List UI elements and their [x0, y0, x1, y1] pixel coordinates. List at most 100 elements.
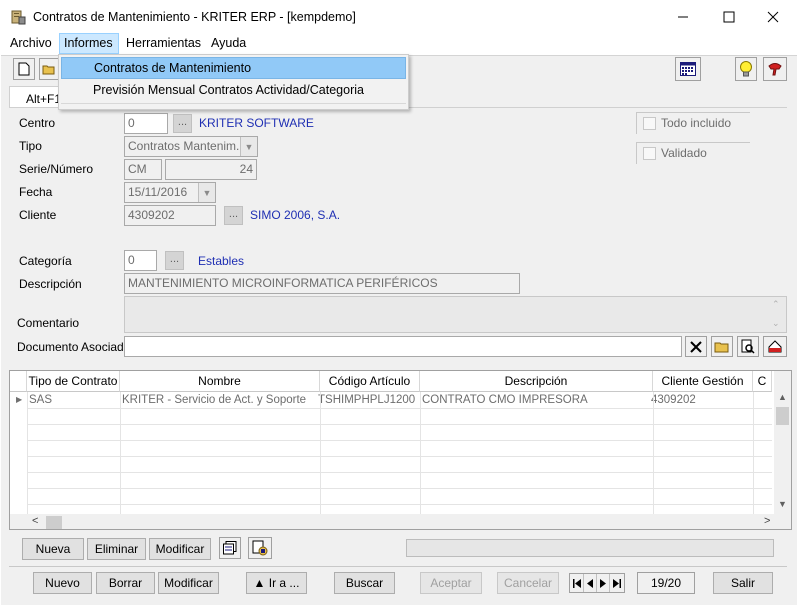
close-button[interactable] — [750, 0, 796, 33]
fecha-value: 15/11/2016 — [128, 185, 188, 199]
cliente-field[interactable]: 4309202 — [124, 205, 216, 226]
comentario-scroll-down[interactable]: ⌄ — [772, 318, 780, 329]
descripcion-label: Descripción — [19, 277, 82, 291]
scroll-thumb-vertical[interactable] — [776, 407, 789, 425]
grid-header-tipo[interactable]: Tipo de Contrato — [27, 371, 120, 392]
open-folder-icon[interactable] — [39, 58, 59, 80]
scroll-left-icon[interactable]: < — [32, 515, 38, 527]
calendar-icon[interactable] — [675, 57, 701, 81]
scroll-up-icon[interactable]: ▲ — [774, 392, 791, 404]
salir-button[interactable]: Salir — [713, 572, 773, 594]
first-record-icon[interactable] — [570, 574, 584, 592]
scroll-right-icon[interactable]: > — [764, 515, 770, 527]
borrar-button[interactable]: Borrar — [96, 572, 155, 594]
menu-ayuda[interactable]: Ayuda — [207, 33, 250, 54]
categoria-lookup-button[interactable]: ... — [165, 251, 184, 270]
scroll-down-icon[interactable]: ▼ — [774, 499, 791, 511]
contracts-grid[interactable]: Tipo de Contrato Nombre Código Artículo … — [9, 370, 792, 530]
grid-horizontal-scrollbar[interactable] — [10, 514, 791, 529]
grid-line — [27, 472, 772, 473]
row-cliente: 4309202 — [651, 394, 696, 406]
clear-document-icon[interactable] — [685, 336, 707, 357]
grid-line — [320, 392, 321, 514]
tipo-dropdown-arrow[interactable]: ▼ — [240, 137, 257, 156]
numero-field[interactable]: 24 — [165, 159, 257, 180]
menu-item-contratos-mantenimiento[interactable]: Contratos de Mantenimiento — [61, 57, 406, 79]
modificar-label: Modificar — [164, 576, 213, 590]
buscar-label: Buscar — [345, 576, 384, 590]
nuevo-label: Nuevo — [45, 576, 80, 590]
fecha-dropdown-arrow[interactable]: ▼ — [198, 183, 215, 202]
menu-informes[interactable]: Informes — [59, 33, 119, 54]
descripcion-field[interactable]: MANTENIMIENTO MICROINFORMATICA PERIFÉRIC… — [124, 273, 520, 294]
cliente-lookup-button[interactable]: ... — [224, 206, 243, 225]
buscar-button[interactable]: Buscar — [334, 572, 395, 594]
nueva-linea-button[interactable]: Nueva — [22, 538, 84, 560]
cancelar-button[interactable]: Cancelar — [497, 572, 559, 594]
informes-dropdown: Contratos de Mantenimiento Previsión Men… — [58, 54, 409, 110]
documento-field[interactable] — [124, 336, 682, 357]
centro-link[interactable]: KRITER SOFTWARE — [199, 116, 314, 130]
comentario-scroll-up[interactable]: ⌃ — [772, 299, 780, 310]
next-record-icon[interactable] — [597, 574, 610, 592]
help-icon[interactable] — [763, 57, 787, 81]
comentario-field[interactable] — [124, 296, 787, 333]
centro-lookup-button[interactable]: ... — [173, 114, 192, 133]
row-nombre: KRITER - Servicio de Act. y Soporte — [122, 394, 307, 406]
serie-label: Serie/Número — [19, 162, 94, 176]
cliente-link[interactable]: SIMO 2006, S.A. — [250, 208, 340, 222]
new-document-icon[interactable] — [13, 58, 35, 80]
modificar-linea-button[interactable]: Modificar — [149, 538, 211, 560]
grid-line — [27, 392, 28, 514]
todo-incluido-checkbox[interactable] — [643, 117, 656, 130]
serie-field[interactable]: CM — [124, 159, 162, 180]
grid-view-icon[interactable] — [219, 537, 241, 559]
categoria-field[interactable]: 0 — [124, 250, 157, 271]
grid-header-descripcion[interactable]: Descripción — [420, 371, 653, 392]
categoria-link[interactable]: Estables — [198, 254, 244, 268]
current-row-marker: ▶ — [16, 395, 23, 404]
centro-field[interactable]: 0 — [124, 113, 168, 134]
last-record-icon[interactable] — [610, 574, 624, 592]
nuevo-button[interactable]: Nuevo — [33, 572, 92, 594]
cancelar-label: Cancelar — [503, 576, 553, 590]
scroll-thumb-horizontal[interactable] — [46, 516, 62, 529]
salir-label: Salir — [730, 576, 755, 590]
minimize-button[interactable] — [660, 0, 706, 33]
menu-archivo[interactable]: Archivo — [6, 33, 56, 54]
tab-main-label: Alt+F1 — [26, 92, 62, 106]
grid-header-cliente[interactable]: Cliente Gestión — [653, 371, 753, 392]
tipo-label: Tipo — [19, 139, 42, 153]
grid-header-nombre[interactable]: Nombre — [120, 371, 320, 392]
preview-document-icon[interactable] — [737, 336, 759, 357]
menu-herramientas[interactable]: Herramientas — [122, 33, 205, 54]
tipo-value: Contratos Mantenim. — [128, 139, 240, 153]
grid-header-c[interactable]: C — [753, 371, 772, 392]
validado-checkbox[interactable] — [643, 147, 656, 160]
grid-line — [27, 456, 772, 457]
row-codigo: TSHIMPHPLJ1200 — [318, 394, 416, 406]
eliminar-linea-button[interactable]: Eliminar — [87, 538, 146, 560]
ir-a-button[interactable]: ▲ Ir a ... — [246, 572, 307, 594]
grid-header-codigo[interactable]: Código Artículo — [320, 371, 420, 392]
menu-separator — [61, 103, 406, 104]
modificar-button[interactable]: Modificar — [158, 572, 219, 594]
grid-line — [27, 504, 772, 505]
title-bar: Contratos de Mantenimiento - KRITER ERP … — [0, 0, 798, 33]
grid-corner — [10, 371, 27, 392]
borrar-label: Borrar — [108, 576, 143, 590]
lightbulb-icon[interactable] — [735, 57, 757, 81]
grid-line — [27, 424, 772, 425]
open-document-folder-icon[interactable] — [711, 336, 733, 357]
menu-item-prevision-mensual[interactable]: Previsión Mensual Contratos Actividad/Ca… — [61, 79, 406, 101]
scan-document-icon[interactable] — [763, 336, 787, 357]
menu-bar: Archivo Informes Herramientas Ayuda — [0, 33, 798, 54]
categoria-label: Categoría — [19, 254, 72, 268]
attach-icon[interactable] — [248, 537, 272, 559]
previous-record-icon[interactable] — [584, 574, 597, 592]
aceptar-label: Aceptar — [430, 576, 472, 590]
maximize-button[interactable] — [706, 0, 752, 33]
tipo-select[interactable]: Contratos Mantenim. — [124, 136, 258, 157]
aceptar-button[interactable]: Aceptar — [420, 572, 482, 594]
centro-label: Centro — [19, 116, 56, 130]
